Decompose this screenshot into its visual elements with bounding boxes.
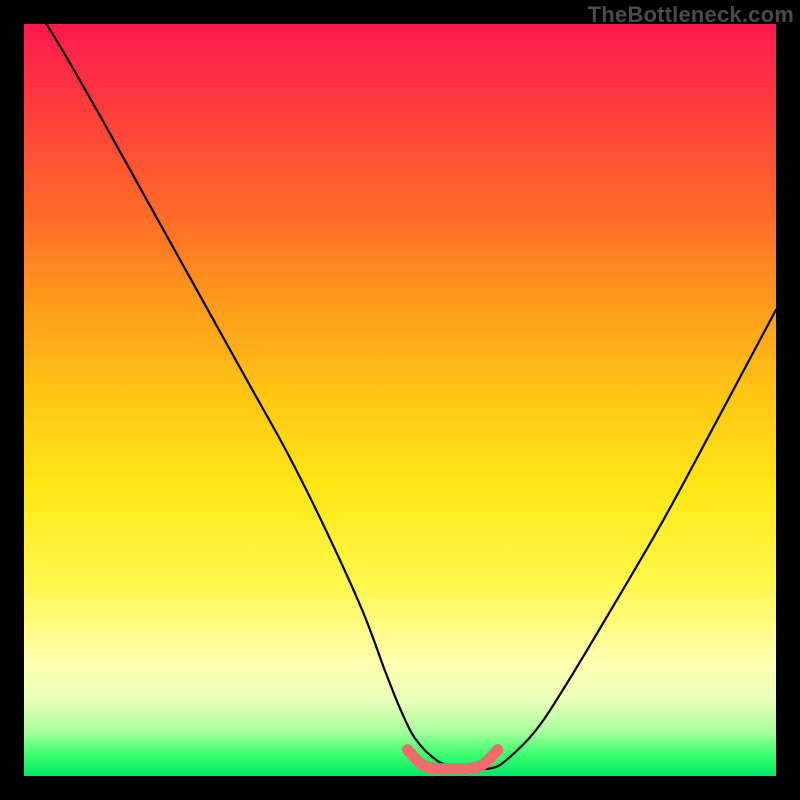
plot-area: [24, 24, 776, 776]
watermark-text: TheBottleneck.com: [588, 2, 794, 28]
chart-svg: [24, 24, 776, 776]
bottleneck-curve: [47, 24, 776, 769]
chart-canvas: TheBottleneck.com: [0, 0, 800, 800]
flat-segment: [408, 750, 498, 769]
